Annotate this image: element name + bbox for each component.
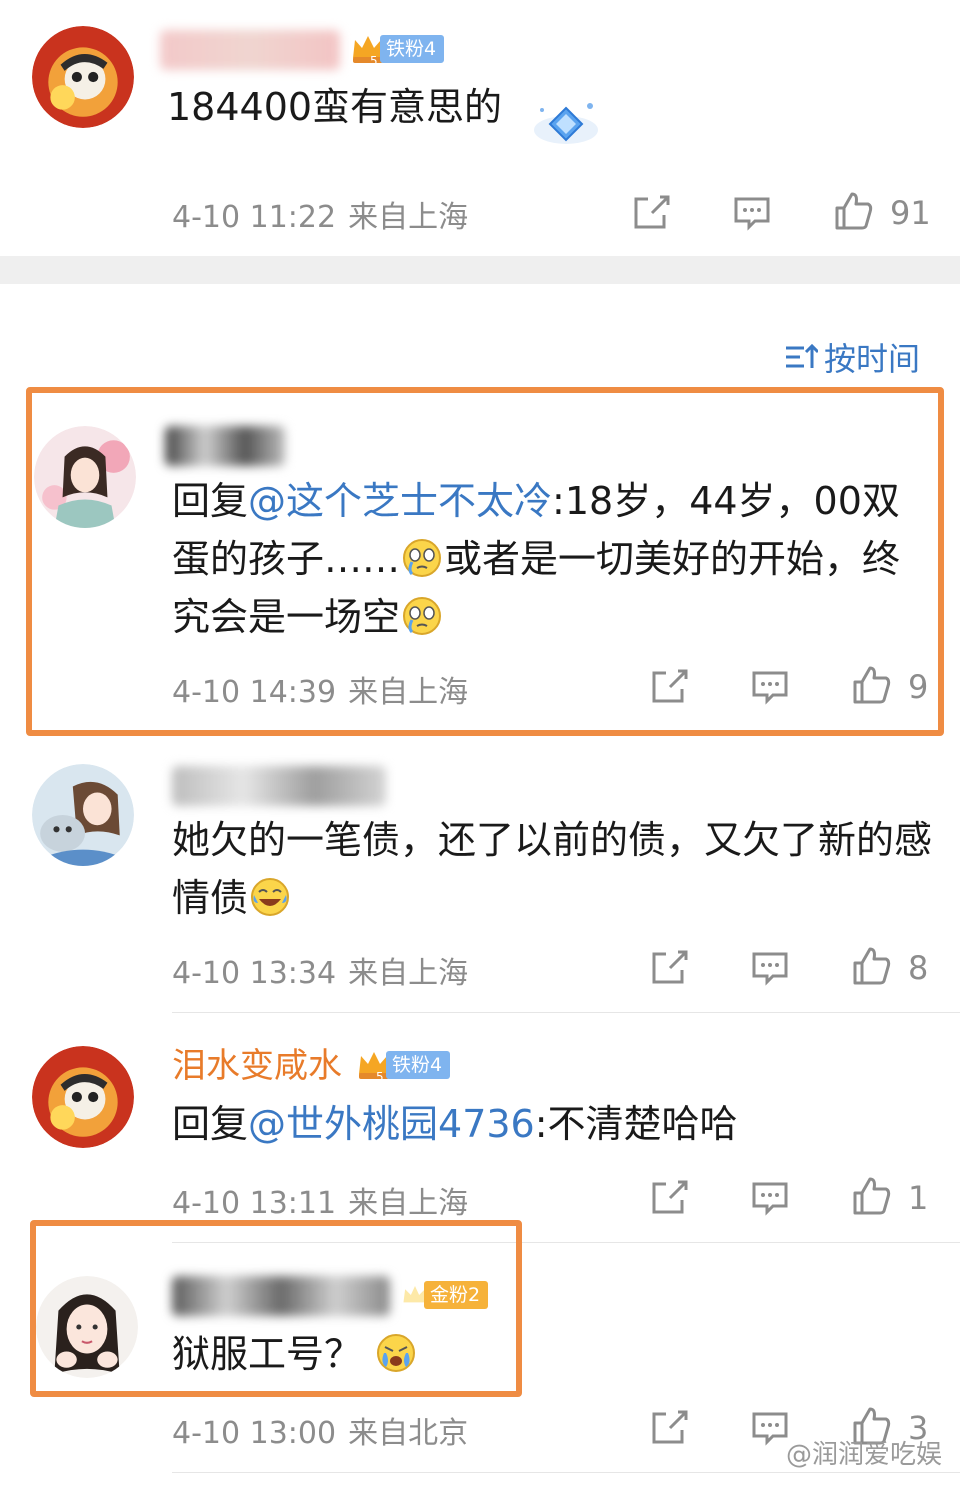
share-icon[interactable]	[648, 1406, 690, 1448]
comment-meta: 4-10 13:00 来自北京	[172, 1416, 469, 1451]
username-blurred[interactable]	[172, 766, 386, 806]
like-icon[interactable]	[850, 1175, 892, 1217]
avatar[interactable]	[32, 764, 134, 866]
divider	[172, 1472, 960, 1473]
comment-text: 回复@这个芝士不太冷:18岁，44岁，00双蛋的孩子…… 或者是一切美好的开始，终…	[172, 479, 901, 639]
like-count: 91	[890, 194, 931, 232]
crying-emoji-icon	[377, 1334, 416, 1372]
divider	[172, 1012, 960, 1013]
share-icon[interactable]	[648, 665, 690, 707]
avatar[interactable]	[32, 26, 134, 128]
comment-meta: 4-10 13:34 来自上海	[172, 956, 469, 991]
comment-icon[interactable]	[731, 191, 773, 233]
mention-link[interactable]: @这个芝士不太冷	[248, 479, 552, 523]
mention-link[interactable]: @世外桃园4736	[248, 1102, 535, 1146]
comment-text: 狱服工号？	[172, 1325, 932, 1383]
share-icon[interactable]	[648, 946, 690, 988]
username[interactable]: 泪水变咸水	[172, 1046, 342, 1086]
laughing-tears-emoji-icon	[251, 878, 290, 916]
like-icon[interactable]	[850, 945, 892, 987]
comment-meta: 4-10 14:39 来自上海	[172, 675, 469, 710]
like-count: 9	[908, 668, 929, 706]
comment-icon[interactable]	[749, 665, 791, 707]
like-count: 1	[908, 1179, 929, 1217]
sort-icon	[785, 343, 818, 368]
svg-text:5: 5	[370, 54, 378, 66]
username-blurred[interactable]	[160, 30, 340, 70]
tears-emoji-icon	[403, 597, 442, 635]
svg-text:5: 5	[376, 1070, 384, 1082]
divider	[172, 1242, 960, 1243]
avatar[interactable]	[34, 426, 136, 528]
share-icon[interactable]	[648, 1176, 690, 1218]
comment-icon[interactable]	[749, 1406, 791, 1448]
diamond-sticker	[534, 103, 598, 144]
share-icon[interactable]	[630, 191, 672, 233]
like-icon[interactable]	[832, 190, 874, 232]
fan-badge: 5 铁粉4	[356, 1049, 451, 1082]
comment-icon[interactable]	[749, 1176, 791, 1218]
fan-badge: 5 铁粉4	[350, 33, 445, 66]
like-icon[interactable]	[850, 664, 892, 706]
section-gap	[0, 256, 960, 284]
tears-emoji-icon	[403, 539, 442, 577]
comment-meta: 4-10 11:22 来自上海	[172, 200, 469, 235]
comment-meta: 4-10 13:11 来自上海	[172, 1186, 469, 1221]
watermark: @润润爱吃娱	[785, 1440, 942, 1470]
comment-text: 她欠的一笔债，还了以前的债，又欠了新的感情债	[172, 818, 933, 920]
avatar[interactable]	[32, 1046, 134, 1148]
comment-icon[interactable]	[749, 946, 791, 988]
fan-badge: 金粉2	[400, 1279, 489, 1311]
comment-text: 回复@世外桃园4736:不清楚哈哈	[172, 1102, 738, 1146]
sort-by-time-button[interactable]: 按时间	[784, 334, 920, 380]
username-blurred[interactable]	[165, 426, 285, 466]
username-blurred[interactable]	[172, 1276, 390, 1316]
avatar[interactable]	[36, 1276, 138, 1378]
like-count: 8	[908, 949, 929, 987]
